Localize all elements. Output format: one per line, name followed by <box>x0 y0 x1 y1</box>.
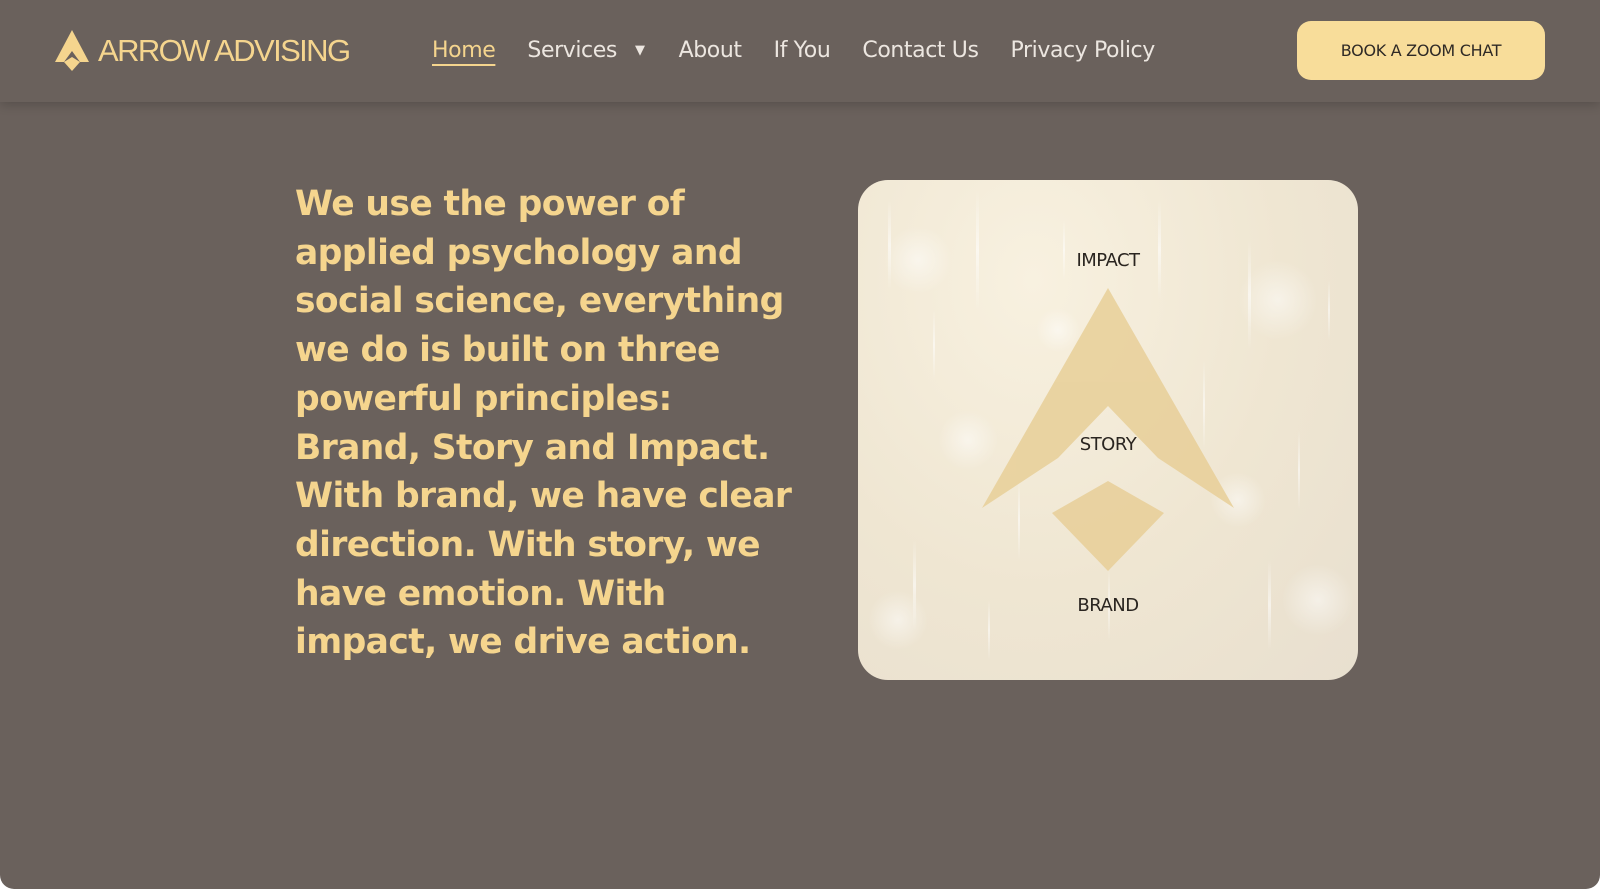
arrow-logo-icon <box>55 30 89 71</box>
diagram-label-story: STORY <box>1079 434 1137 455</box>
nav-contact[interactable]: Contact Us <box>862 32 979 70</box>
diagram-label-brand: BRAND <box>1077 595 1139 616</box>
nav-services[interactable]: Services ▼ <box>527 32 645 70</box>
principles-text: We use the power of applied psychology a… <box>295 184 792 663</box>
site-header: ARROW ADVISING Home Services ▼ About If … <box>0 0 1600 102</box>
nav-home[interactable]: Home <box>432 32 496 70</box>
nav-privacy[interactable]: Privacy Policy <box>1011 32 1156 70</box>
nav-services-label: Services <box>527 38 617 63</box>
principles-diagram-card: IMPACT STORY BRAND <box>858 180 1358 680</box>
diagram-label-impact: IMPACT <box>1076 250 1140 271</box>
chevron-down-icon[interactable]: ▼ <box>635 32 645 70</box>
book-zoom-chat-button[interactable]: BOOK A ZOOM CHAT <box>1297 21 1545 80</box>
page-frame: ARROW ADVISING Home Services ▼ About If … <box>0 0 1600 889</box>
logo-text: ARROW ADVISING <box>98 33 351 68</box>
nav-if-you[interactable]: If You <box>774 32 831 70</box>
logo[interactable]: ARROW ADVISING <box>54 29 351 73</box>
main-nav: Home Services ▼ About If You Contact Us … <box>432 32 1187 70</box>
nav-about[interactable]: About <box>679 32 742 70</box>
